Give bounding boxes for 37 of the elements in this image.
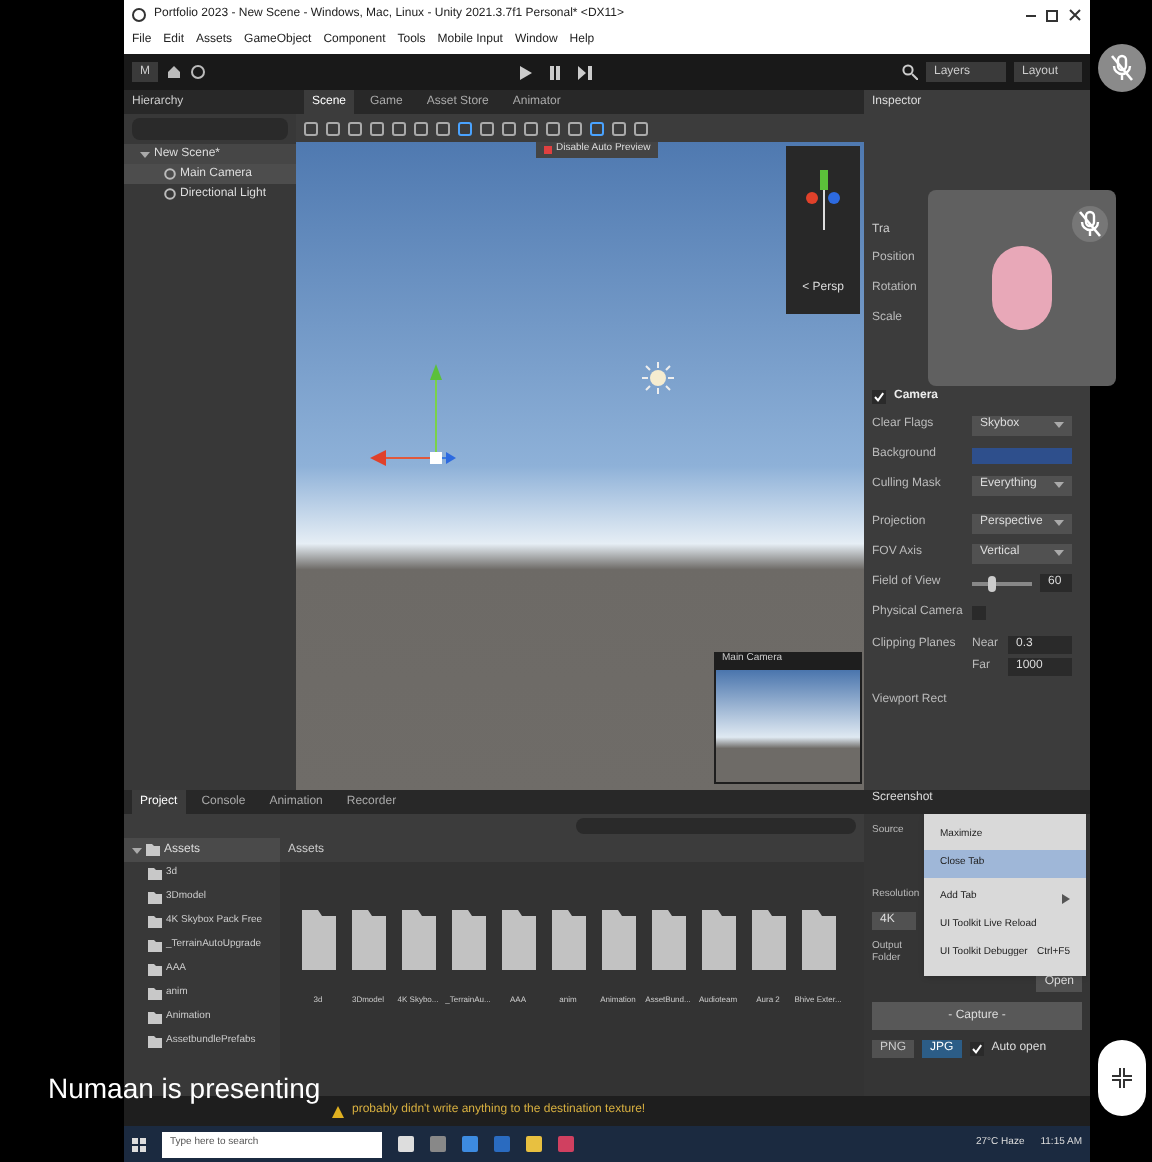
collapse-icon [1112,1068,1132,1088]
color-field[interactable] [972,447,1072,463]
enable-checkbox[interactable] [872,390,886,404]
folder-icon [401,910,435,970]
dropdown-caret-icon[interactable] [1054,518,1064,528]
preview-image [716,670,860,782]
self-mute-button[interactable] [1098,44,1146,92]
windows-logo-icon[interactable] [132,1137,146,1151]
folder-icon [551,910,585,970]
slider-thumb[interactable] [987,575,996,591]
dropdown-caret-icon[interactable] [1054,548,1064,558]
muted-microphone-icon [1078,210,1102,238]
expand-caret-icon[interactable] [140,149,150,159]
exit-fullscreen-button[interactable] [1098,1040,1146,1116]
avatar-placeholder [992,246,1052,330]
folder-icon [701,910,735,970]
dropdown-caret-icon[interactable] [1054,480,1064,490]
muted-microphone-icon [1110,54,1134,82]
expand-caret-icon[interactable] [132,845,142,855]
folder-icon [351,910,385,970]
pause-icon[interactable] [547,65,561,79]
checkbox[interactable] [969,1042,984,1056]
folder-icon [751,910,785,970]
folder-icon [801,910,835,970]
folder-icon [301,910,335,970]
close-icon[interactable] [1068,7,1082,21]
restore-icon[interactable] [1046,7,1060,21]
dropdown-caret-icon[interactable] [1054,420,1064,430]
folder-icon [601,910,635,970]
warning-icon [332,1105,344,1117]
play-icon[interactable] [517,65,531,79]
folder-icon [651,910,685,970]
folder-icon [501,910,535,970]
search-icon[interactable] [902,64,918,80]
folder-icon [451,910,485,970]
presenter-label: Numaan is presenting [48,1072,321,1104]
step-icon[interactable] [577,65,591,79]
